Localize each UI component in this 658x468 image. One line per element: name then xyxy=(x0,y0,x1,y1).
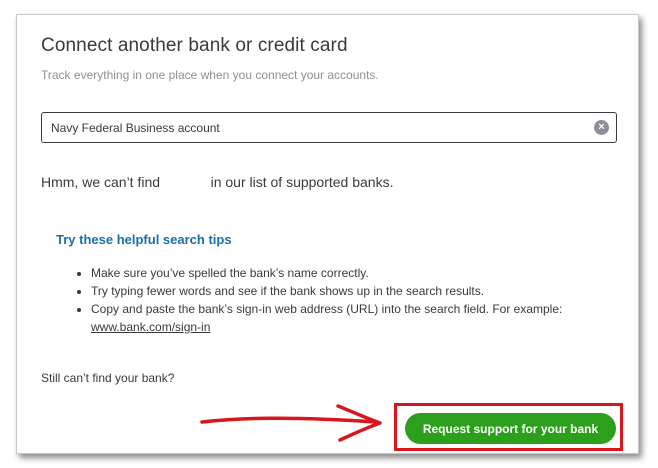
not-found-message: Hmm, we can’t find in our list of suppor… xyxy=(41,174,394,190)
dialog-subtitle: Track everything in one place when you c… xyxy=(41,68,379,82)
bank-search-box[interactable]: × xyxy=(41,112,617,143)
request-support-button[interactable]: Request support for your bank xyxy=(405,413,616,444)
search-tips-heading: Try these helpful search tips xyxy=(56,232,232,247)
tip-item-url-text: Copy and paste the bank’s sign-in web ad… xyxy=(91,302,563,316)
search-tips-list: Make sure you’ve spelled the bank’s name… xyxy=(75,264,611,336)
connect-bank-dialog: Connect another bank or credit card Trac… xyxy=(16,14,639,454)
tip-item-fewer-words: Try typing fewer words and see if the ba… xyxy=(91,282,611,300)
still-cant-find-text: Still can’t find your bank? xyxy=(41,371,175,385)
bank-search-input[interactable] xyxy=(51,113,581,142)
clear-icon[interactable]: × xyxy=(594,120,609,135)
tip-item-url: Copy and paste the bank’s sign-in web ad… xyxy=(91,300,611,336)
tip-item-spelling: Make sure you’ve spelled the bank’s name… xyxy=(91,264,611,282)
dialog-title: Connect another bank or credit card xyxy=(41,35,348,56)
example-url-link[interactable]: www.bank.com/sign-in xyxy=(91,320,210,334)
